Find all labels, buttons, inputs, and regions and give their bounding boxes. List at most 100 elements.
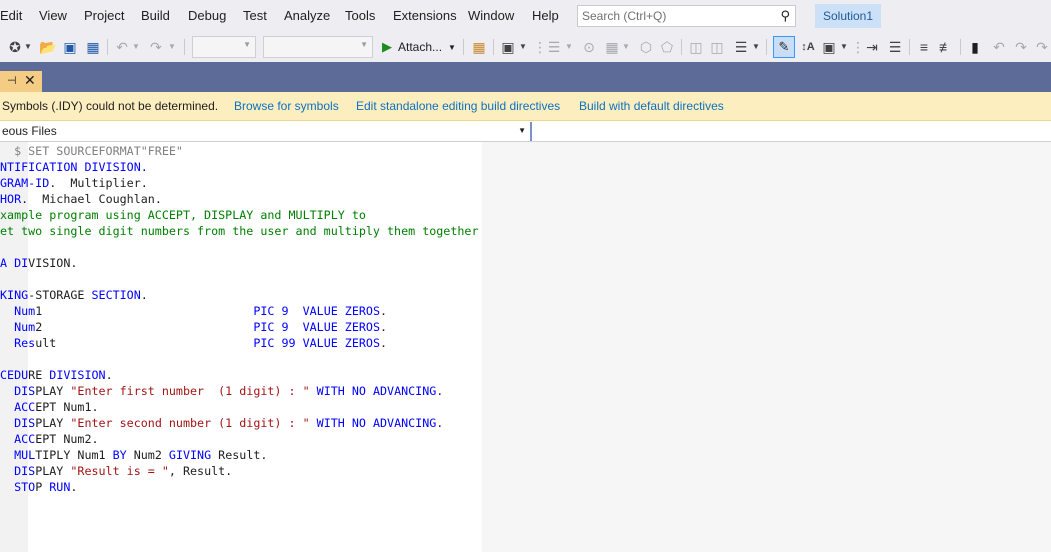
attach-button[interactable]: ▶ Attach... ▼ bbox=[382, 38, 456, 56]
code-token: BY bbox=[112, 448, 127, 462]
step-icon[interactable]: ☰ bbox=[545, 38, 563, 56]
toolbar-separator bbox=[909, 39, 910, 55]
code-token: . bbox=[436, 416, 444, 430]
code-token: "Enter first number (1 digit) : " bbox=[70, 384, 310, 398]
solution-configuration-dropdown[interactable]: ▼ bbox=[192, 36, 256, 58]
chevron-down-icon[interactable]: ▼ bbox=[168, 38, 176, 56]
code-editor[interactable]: $ SET SOURCEFORMAT"FREE" NTIFICATION DIVI… bbox=[0, 142, 1051, 552]
menu-help[interactable]: Help bbox=[532, 0, 559, 32]
open-folder-icon[interactable]: 📂 bbox=[39, 38, 57, 56]
uncomment-icon[interactable]: ≢ bbox=[937, 38, 955, 56]
chevron-down-icon[interactable]: ▼ bbox=[132, 38, 140, 56]
code-token: . bbox=[105, 368, 113, 382]
browse-for-symbols-link[interactable]: Browse for symbols bbox=[234, 99, 339, 113]
previous-bookmark-icon[interactable]: ↶ bbox=[990, 38, 1008, 56]
chevron-down-icon[interactable]: ▼ bbox=[622, 38, 630, 56]
menu-edit[interactable]: Edit bbox=[0, 0, 22, 32]
symbols-info-bar: Symbols (.IDY) could not be determined. … bbox=[0, 92, 1051, 121]
navigation-bar: eous Files ▼ bbox=[0, 121, 1051, 142]
chevron-down-icon[interactable]: ▼ bbox=[752, 38, 760, 56]
code-line: CEDURE DIVISION. bbox=[0, 367, 113, 383]
copy-icon[interactable]: ◫ bbox=[687, 38, 705, 56]
menu-view[interactable]: View bbox=[39, 0, 67, 32]
code-token: ACC bbox=[0, 400, 36, 414]
code-token: PLAY bbox=[35, 416, 71, 430]
search-input[interactable] bbox=[578, 9, 768, 23]
chevron-down-icon[interactable]: ▼ bbox=[519, 38, 527, 56]
solution-name[interactable]: Solution1 bbox=[815, 4, 881, 28]
save-icon[interactable]: ▣ bbox=[62, 38, 78, 56]
gripper-icon[interactable]: ⋮ bbox=[533, 38, 547, 56]
code-line: DISPLAY "Enter second number (1 digit) :… bbox=[0, 415, 443, 431]
menu-test[interactable]: Test bbox=[243, 0, 267, 32]
code-token: MUL bbox=[0, 448, 36, 462]
code-token: xample program using ACCEPT, DISPLAY and… bbox=[0, 208, 366, 222]
search-icon[interactable]: ⚲ bbox=[780, 8, 790, 24]
info-message: Symbols (.IDY) could not be determined. bbox=[2, 99, 219, 113]
clear-bookmarks-icon[interactable]: ↷ bbox=[1033, 38, 1051, 56]
indent-icon[interactable]: ⇥ bbox=[863, 38, 881, 56]
window-icon[interactable]: ▦ bbox=[603, 38, 621, 56]
code-token: GRAM-ID bbox=[0, 176, 50, 190]
undo-icon[interactable]: ↶ bbox=[113, 38, 131, 56]
redo-icon[interactable]: ↷ bbox=[147, 38, 165, 56]
chevron-down-icon: ▼ bbox=[243, 40, 251, 49]
chevron-down-icon[interactable]: ▼ bbox=[565, 38, 573, 56]
gripper-icon[interactable]: ⋮ bbox=[851, 38, 865, 56]
code-token: ult bbox=[35, 336, 254, 350]
cube-icon[interactable]: ⬡ bbox=[637, 38, 655, 56]
menu-window[interactable]: Window bbox=[468, 0, 514, 32]
menu-analyze[interactable]: Analyze bbox=[284, 0, 330, 32]
outline-icon[interactable]: ☰ bbox=[886, 38, 904, 56]
chevron-down-icon[interactable]: ▼ bbox=[24, 38, 32, 56]
code-line: Num2 PIC 9 VALUE ZEROS. bbox=[0, 319, 387, 335]
menu-build[interactable]: Build bbox=[141, 0, 170, 32]
build-default-directives-link[interactable]: Build with default directives bbox=[579, 99, 724, 113]
code-token: RE bbox=[28, 368, 50, 382]
comment-icon[interactable]: ≡ bbox=[915, 38, 933, 56]
pen-icon[interactable]: ✎ bbox=[773, 36, 795, 58]
new-project-icon[interactable]: ✪ bbox=[6, 38, 24, 56]
format-icon[interactable]: ▣ bbox=[820, 38, 838, 56]
paste-icon[interactable]: ◫ bbox=[708, 38, 726, 56]
bookmark-icon[interactable]: ▮ bbox=[966, 38, 984, 56]
code-token: . Michael Coughlan. bbox=[21, 192, 162, 206]
chevron-down-icon[interactable]: ▼ bbox=[840, 38, 848, 56]
search-box[interactable]: ⚲ bbox=[577, 5, 796, 27]
pin-icon[interactable]: ⊣ bbox=[7, 74, 17, 87]
target-icon[interactable]: ⊙ bbox=[580, 38, 598, 56]
standard-toolbar: ✪ ▼ 📂 ▣ ▦ ↶ ▼ ↷ ▼ ▼ ▼ ▶ Attach... ▼ ▦ ▣ … bbox=[0, 32, 1051, 62]
code-token: "Enter second number (1 digit) : " bbox=[70, 416, 310, 430]
edit-build-directives-link[interactable]: Edit standalone editing build directives bbox=[356, 99, 560, 113]
document-tab-strip: ⊣ ✕ bbox=[0, 62, 1051, 92]
font-size-icon[interactable]: ↕A bbox=[799, 38, 817, 56]
project-dropdown[interactable]: eous Files ▼ bbox=[0, 122, 532, 141]
code-line: GRAM-ID. Multiplier. bbox=[0, 175, 148, 191]
save-all-icon[interactable]: ▦ bbox=[84, 38, 102, 56]
code-token: DIVISION bbox=[49, 368, 106, 382]
document-tab[interactable]: ⊣ ✕ bbox=[0, 71, 42, 92]
code-line: et two single digit numbers from the use… bbox=[0, 223, 478, 239]
menu-tools[interactable]: Tools bbox=[345, 0, 375, 32]
code-token: . bbox=[70, 480, 78, 494]
menu-debug[interactable]: Debug bbox=[188, 0, 226, 32]
list-icon[interactable]: ☰ bbox=[732, 38, 750, 56]
code-token: SECTION bbox=[91, 288, 141, 302]
code-line: STOP RUN. bbox=[0, 479, 77, 495]
close-icon[interactable]: ✕ bbox=[24, 72, 36, 89]
menu-extensions[interactable]: Extensions bbox=[393, 0, 457, 32]
solution-platform-dropdown[interactable]: ▼ bbox=[263, 36, 373, 58]
code-line: ACCEPT Num2. bbox=[0, 431, 98, 447]
next-bookmark-icon[interactable]: ↷ bbox=[1012, 38, 1030, 56]
menu-project[interactable]: Project bbox=[84, 0, 124, 32]
code-token: DIS bbox=[0, 464, 36, 478]
menu-bar: Edit View Project Build Debug Test Analy… bbox=[0, 0, 1051, 32]
browser-icon[interactable]: ▣ bbox=[499, 38, 517, 56]
find-icon[interactable]: ▦ bbox=[470, 38, 488, 56]
toolbar-separator bbox=[681, 39, 682, 55]
cube-outline-icon[interactable]: ⬠ bbox=[658, 38, 676, 56]
code-token: PIC 99 VALUE ZEROS bbox=[253, 336, 380, 350]
code-area[interactable]: $ SET SOURCEFORMAT"FREE" NTIFICATION DIVI… bbox=[0, 142, 482, 552]
